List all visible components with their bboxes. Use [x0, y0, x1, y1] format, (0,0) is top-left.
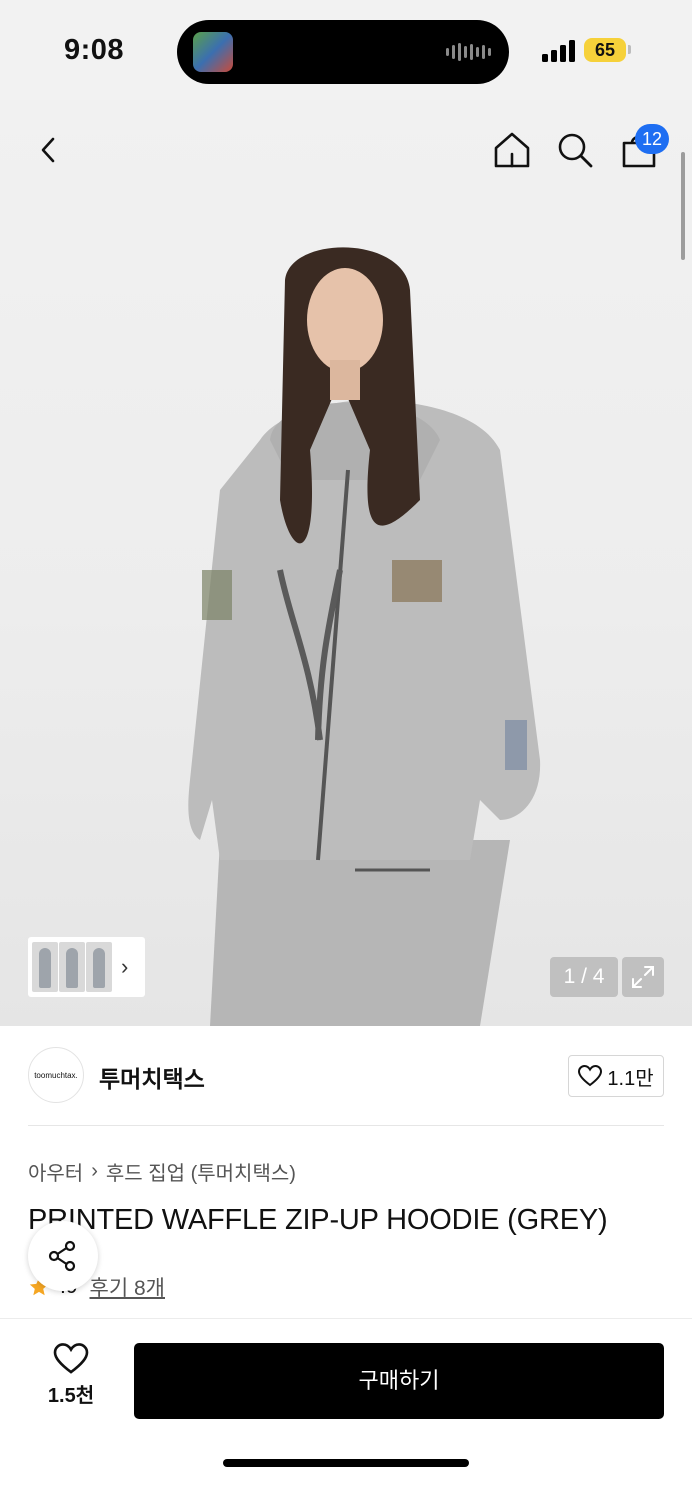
divider	[28, 1125, 664, 1126]
breadcrumb: 아우터 › 후드 집업 (투머치택스)	[28, 1157, 296, 1186]
now-playing-artwork	[193, 32, 233, 72]
thumbnail-2[interactable]	[59, 942, 85, 992]
home-button[interactable]	[487, 125, 537, 175]
thumbnail-1[interactable]	[32, 942, 58, 992]
brand-name[interactable]: 투머치택스	[99, 1060, 205, 1094]
heart-icon	[578, 1065, 603, 1087]
chevron-right-icon[interactable]: ›	[121, 954, 128, 980]
product-image-gallery[interactable]: 12 › 1 / 4	[0, 100, 692, 1026]
scrollbar[interactable]	[681, 152, 685, 260]
battery-tip	[628, 45, 631, 54]
expand-icon	[632, 966, 654, 988]
favorite-button[interactable]: 1.5천	[40, 1343, 102, 1419]
brand-like-button[interactable]: 1.1만	[568, 1055, 664, 1097]
dynamic-island[interactable]	[177, 20, 509, 84]
chevron-right-icon: ›	[91, 1160, 98, 1182]
image-counter: 1 / 4	[550, 957, 618, 997]
back-icon	[41, 137, 55, 163]
buy-button[interactable]: 구매하기	[134, 1343, 664, 1419]
audio-wave-icon	[446, 43, 491, 61]
share-icon	[48, 1240, 76, 1272]
breadcrumb-category[interactable]: 아우터	[28, 1157, 83, 1186]
share-button[interactable]	[28, 1221, 98, 1291]
review-link[interactable]: 후기 8개	[90, 1272, 165, 1302]
search-button[interactable]	[550, 125, 600, 175]
brand-row[interactable]: toomuchtax. 투머치택스 1.1만	[0, 1026, 692, 1126]
brand-like-count: 1.1만	[607, 1067, 654, 1090]
thumbnail-strip[interactable]: ›	[28, 937, 145, 997]
breadcrumb-subcategory[interactable]: 후드 집업 (투머치택스)	[106, 1157, 296, 1186]
status-time: 9:08	[64, 34, 125, 66]
expand-button[interactable]	[622, 957, 664, 997]
thumbnail-3[interactable]	[86, 942, 112, 992]
brand-logo[interactable]: toomuchtax.	[28, 1047, 84, 1103]
home-icon	[494, 132, 530, 168]
bottom-action-bar: 1.5천 구매하기	[0, 1318, 692, 1500]
back-button[interactable]	[24, 125, 74, 175]
battery-indicator: 65	[584, 38, 626, 62]
cellular-signal-icon	[542, 40, 575, 62]
product-title: PRINTED WAFFLE ZIP-UP HOODIE (GREY)	[28, 1204, 608, 1236]
search-icon	[558, 133, 593, 168]
cart-count-badge: 12	[635, 124, 669, 154]
home-indicator[interactable]	[223, 1459, 469, 1467]
product-photo	[188, 247, 541, 1026]
favorite-count: 1.5천	[47, 1385, 95, 1407]
heart-icon	[53, 1343, 89, 1374]
status-bar: 9:08 65	[0, 0, 692, 100]
